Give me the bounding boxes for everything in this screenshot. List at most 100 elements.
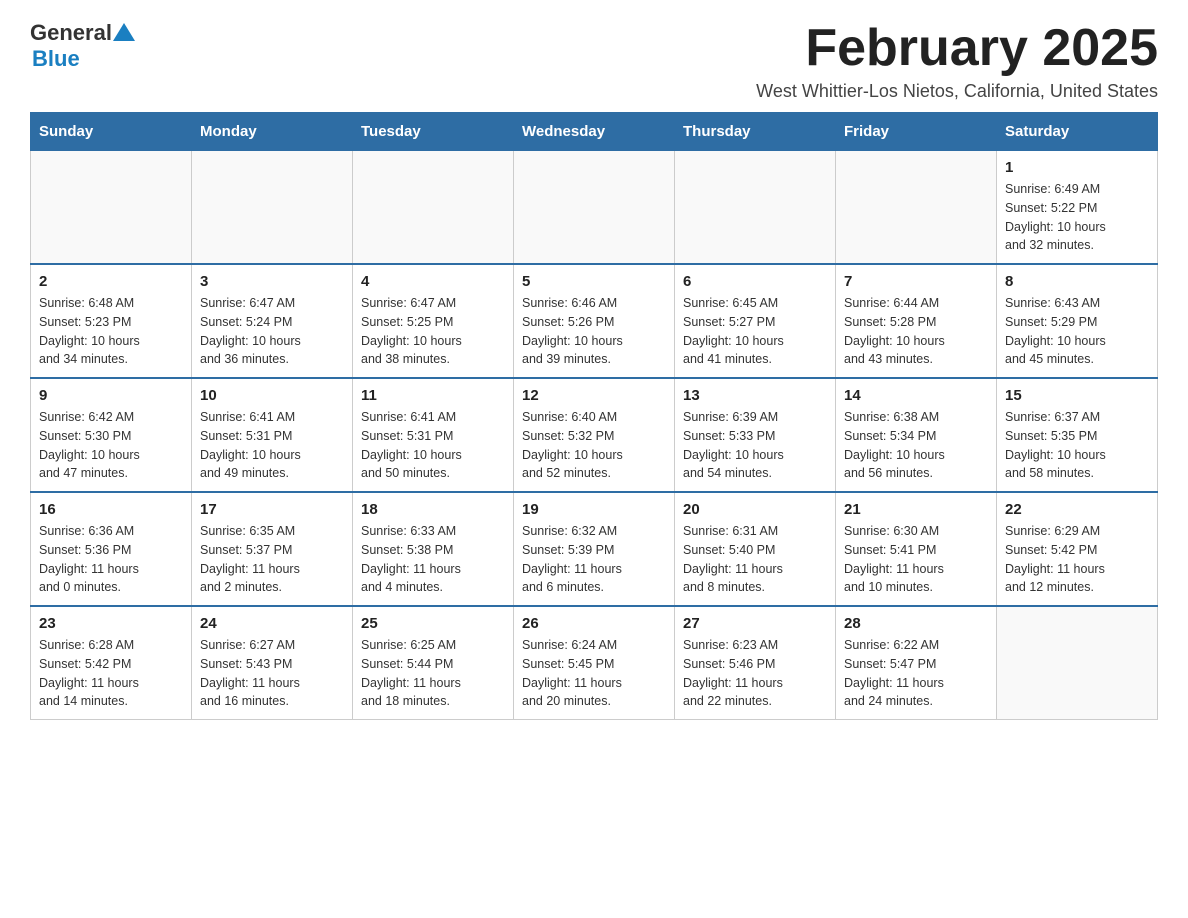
calendar-cell: 19Sunrise: 6:32 AM Sunset: 5:39 PM Dayli…	[514, 492, 675, 606]
calendar-cell: 22Sunrise: 6:29 AM Sunset: 5:42 PM Dayli…	[997, 492, 1158, 606]
calendar-cell	[353, 151, 514, 265]
day-number: 22	[1005, 501, 1149, 518]
day-info: Sunrise: 6:43 AM Sunset: 5:29 PM Dayligh…	[1005, 294, 1149, 369]
calendar-cell: 3 Sunrise: 6:47 AM Sunset: 5:24 PM Daylig…	[192, 264, 353, 378]
day-info: Sunrise: 6:31 AM Sunset: 5:40 PM Dayligh…	[683, 522, 827, 597]
day-info: Sunrise: 6:45 AM Sunset: 5:27 PM Dayligh…	[683, 294, 827, 369]
day-number: 10	[200, 387, 344, 404]
logo-blue-text: Blue	[32, 46, 80, 71]
calendar-cell	[31, 151, 192, 265]
logo-triangle-icon	[113, 23, 135, 43]
day-number: 19	[522, 501, 666, 518]
calendar-cell: 21 Sunrise: 6:30 AM Sunset: 5:41 PM Dayli…	[836, 492, 997, 606]
day-info: Sunrise: 6:40 AM Sunset: 5:32 PM Dayligh…	[522, 408, 666, 483]
calendar-cell	[675, 151, 836, 265]
calendar-cell: 4 Sunrise: 6:47 AM Sunset: 5:25 PM Daylig…	[353, 264, 514, 378]
calendar-cell: 13 Sunrise: 6:39 AM Sunset: 5:33 PM Dayli…	[675, 378, 836, 492]
calendar-cell: 23 Sunrise: 6:28 AM Sunset: 5:42 PM Dayli…	[31, 606, 192, 720]
calendar-cell	[192, 151, 353, 265]
day-info: Sunrise: 6:33 AM Sunset: 5:38 PM Dayligh…	[361, 522, 505, 597]
weekday-header-tuesday: Tuesday	[353, 113, 514, 151]
calendar-cell: 6 Sunrise: 6:45 AM Sunset: 5:27 PM Daylig…	[675, 264, 836, 378]
day-number: 20	[683, 501, 827, 518]
day-info: Sunrise: 6:42 AM Sunset: 5:30 PM Dayligh…	[39, 408, 183, 483]
day-info: Sunrise: 6:41 AM Sunset: 5:31 PM Dayligh…	[361, 408, 505, 483]
day-number: 17	[200, 501, 344, 518]
weekday-header-thursday: Thursday	[675, 113, 836, 151]
calendar-cell: 11 Sunrise: 6:41 AM Sunset: 5:31 PM Dayli…	[353, 378, 514, 492]
weekday-header-friday: Friday	[836, 113, 997, 151]
day-info: Sunrise: 6:22 AM Sunset: 5:47 PM Dayligh…	[844, 636, 988, 711]
weekday-header-saturday: Saturday	[997, 113, 1158, 151]
day-info: Sunrise: 6:48 AM Sunset: 5:23 PM Dayligh…	[39, 294, 183, 369]
day-info: Sunrise: 6:47 AM Sunset: 5:24 PM Dayligh…	[200, 294, 344, 369]
day-info: Sunrise: 6:23 AM Sunset: 5:46 PM Dayligh…	[683, 636, 827, 711]
day-info: Sunrise: 6:41 AM Sunset: 5:31 PM Dayligh…	[200, 408, 344, 483]
day-number: 12	[522, 387, 666, 404]
day-number: 27	[683, 615, 827, 632]
day-number: 3	[200, 273, 344, 290]
calendar-cell: 14 Sunrise: 6:38 AM Sunset: 5:34 PM Dayli…	[836, 378, 997, 492]
logo-general-text: General	[30, 20, 112, 46]
header: General Blue February 2025 West Whittier…	[30, 20, 1158, 102]
calendar-cell: 1 Sunrise: 6:49 AM Sunset: 5:22 PM Daylig…	[997, 151, 1158, 265]
day-info: Sunrise: 6:25 AM Sunset: 5:44 PM Dayligh…	[361, 636, 505, 711]
calendar-cell: 10 Sunrise: 6:41 AM Sunset: 5:31 PM Dayli…	[192, 378, 353, 492]
day-info: Sunrise: 6:39 AM Sunset: 5:33 PM Dayligh…	[683, 408, 827, 483]
calendar-cell: 27 Sunrise: 6:23 AM Sunset: 5:46 PM Dayli…	[675, 606, 836, 720]
day-number: 1	[1005, 159, 1149, 176]
day-info: Sunrise: 6:35 AM Sunset: 5:37 PM Dayligh…	[200, 522, 344, 597]
day-info: Sunrise: 6:49 AM Sunset: 5:22 PM Dayligh…	[1005, 180, 1149, 255]
week-row-5: 23 Sunrise: 6:28 AM Sunset: 5:42 PM Dayli…	[31, 606, 1158, 720]
day-number: 21	[844, 501, 988, 518]
day-number: 11	[361, 387, 505, 404]
calendar-cell: 20 Sunrise: 6:31 AM Sunset: 5:40 PM Dayli…	[675, 492, 836, 606]
day-number: 25	[361, 615, 505, 632]
day-info: Sunrise: 6:24 AM Sunset: 5:45 PM Dayligh…	[522, 636, 666, 711]
calendar-cell	[836, 151, 997, 265]
calendar-cell: 9Sunrise: 6:42 AM Sunset: 5:30 PM Daylig…	[31, 378, 192, 492]
day-number: 28	[844, 615, 988, 632]
calendar-cell: 24Sunrise: 6:27 AM Sunset: 5:43 PM Dayli…	[192, 606, 353, 720]
calendar-cell: 26 Sunrise: 6:24 AM Sunset: 5:45 PM Dayli…	[514, 606, 675, 720]
calendar-cell: 17 Sunrise: 6:35 AM Sunset: 5:37 PM Dayli…	[192, 492, 353, 606]
day-number: 26	[522, 615, 666, 632]
weekday-header-row: SundayMondayTuesdayWednesdayThursdayFrid…	[31, 113, 1158, 151]
calendar-table: SundayMondayTuesdayWednesdayThursdayFrid…	[30, 112, 1158, 720]
day-number: 4	[361, 273, 505, 290]
day-number: 6	[683, 273, 827, 290]
week-row-4: 16 Sunrise: 6:36 AM Sunset: 5:36 PM Dayli…	[31, 492, 1158, 606]
day-info: Sunrise: 6:38 AM Sunset: 5:34 PM Dayligh…	[844, 408, 988, 483]
day-info: Sunrise: 6:27 AM Sunset: 5:43 PM Dayligh…	[200, 636, 344, 711]
day-info: Sunrise: 6:36 AM Sunset: 5:36 PM Dayligh…	[39, 522, 183, 597]
calendar-cell: 12 Sunrise: 6:40 AM Sunset: 5:32 PM Dayli…	[514, 378, 675, 492]
month-title: February 2025	[756, 20, 1158, 77]
day-number: 13	[683, 387, 827, 404]
day-number: 14	[844, 387, 988, 404]
day-info: Sunrise: 6:28 AM Sunset: 5:42 PM Dayligh…	[39, 636, 183, 711]
day-info: Sunrise: 6:46 AM Sunset: 5:26 PM Dayligh…	[522, 294, 666, 369]
calendar-cell: 25 Sunrise: 6:25 AM Sunset: 5:44 PM Dayli…	[353, 606, 514, 720]
day-number: 23	[39, 615, 183, 632]
calendar-cell: 7Sunrise: 6:44 AM Sunset: 5:28 PM Daylig…	[836, 264, 997, 378]
calendar-cell: 16 Sunrise: 6:36 AM Sunset: 5:36 PM Dayli…	[31, 492, 192, 606]
weekday-header-monday: Monday	[192, 113, 353, 151]
calendar-cell: 5 Sunrise: 6:46 AM Sunset: 5:26 PM Daylig…	[514, 264, 675, 378]
day-number: 5	[522, 273, 666, 290]
calendar-cell: 2 Sunrise: 6:48 AM Sunset: 5:23 PM Daylig…	[31, 264, 192, 378]
week-row-1: 1 Sunrise: 6:49 AM Sunset: 5:22 PM Daylig…	[31, 151, 1158, 265]
day-number: 15	[1005, 387, 1149, 404]
day-number: 18	[361, 501, 505, 518]
title-area: February 2025 West Whittier-Los Nietos, …	[756, 20, 1158, 102]
day-number: 2	[39, 273, 183, 290]
calendar-cell: 8Sunrise: 6:43 AM Sunset: 5:29 PM Daylig…	[997, 264, 1158, 378]
day-info: Sunrise: 6:30 AM Sunset: 5:41 PM Dayligh…	[844, 522, 988, 597]
day-number: 16	[39, 501, 183, 518]
calendar-cell	[514, 151, 675, 265]
week-row-2: 2 Sunrise: 6:48 AM Sunset: 5:23 PM Daylig…	[31, 264, 1158, 378]
week-row-3: 9Sunrise: 6:42 AM Sunset: 5:30 PM Daylig…	[31, 378, 1158, 492]
day-number: 7	[844, 273, 988, 290]
day-info: Sunrise: 6:47 AM Sunset: 5:25 PM Dayligh…	[361, 294, 505, 369]
day-info: Sunrise: 6:37 AM Sunset: 5:35 PM Dayligh…	[1005, 408, 1149, 483]
calendar-cell: 15 Sunrise: 6:37 AM Sunset: 5:35 PM Dayli…	[997, 378, 1158, 492]
